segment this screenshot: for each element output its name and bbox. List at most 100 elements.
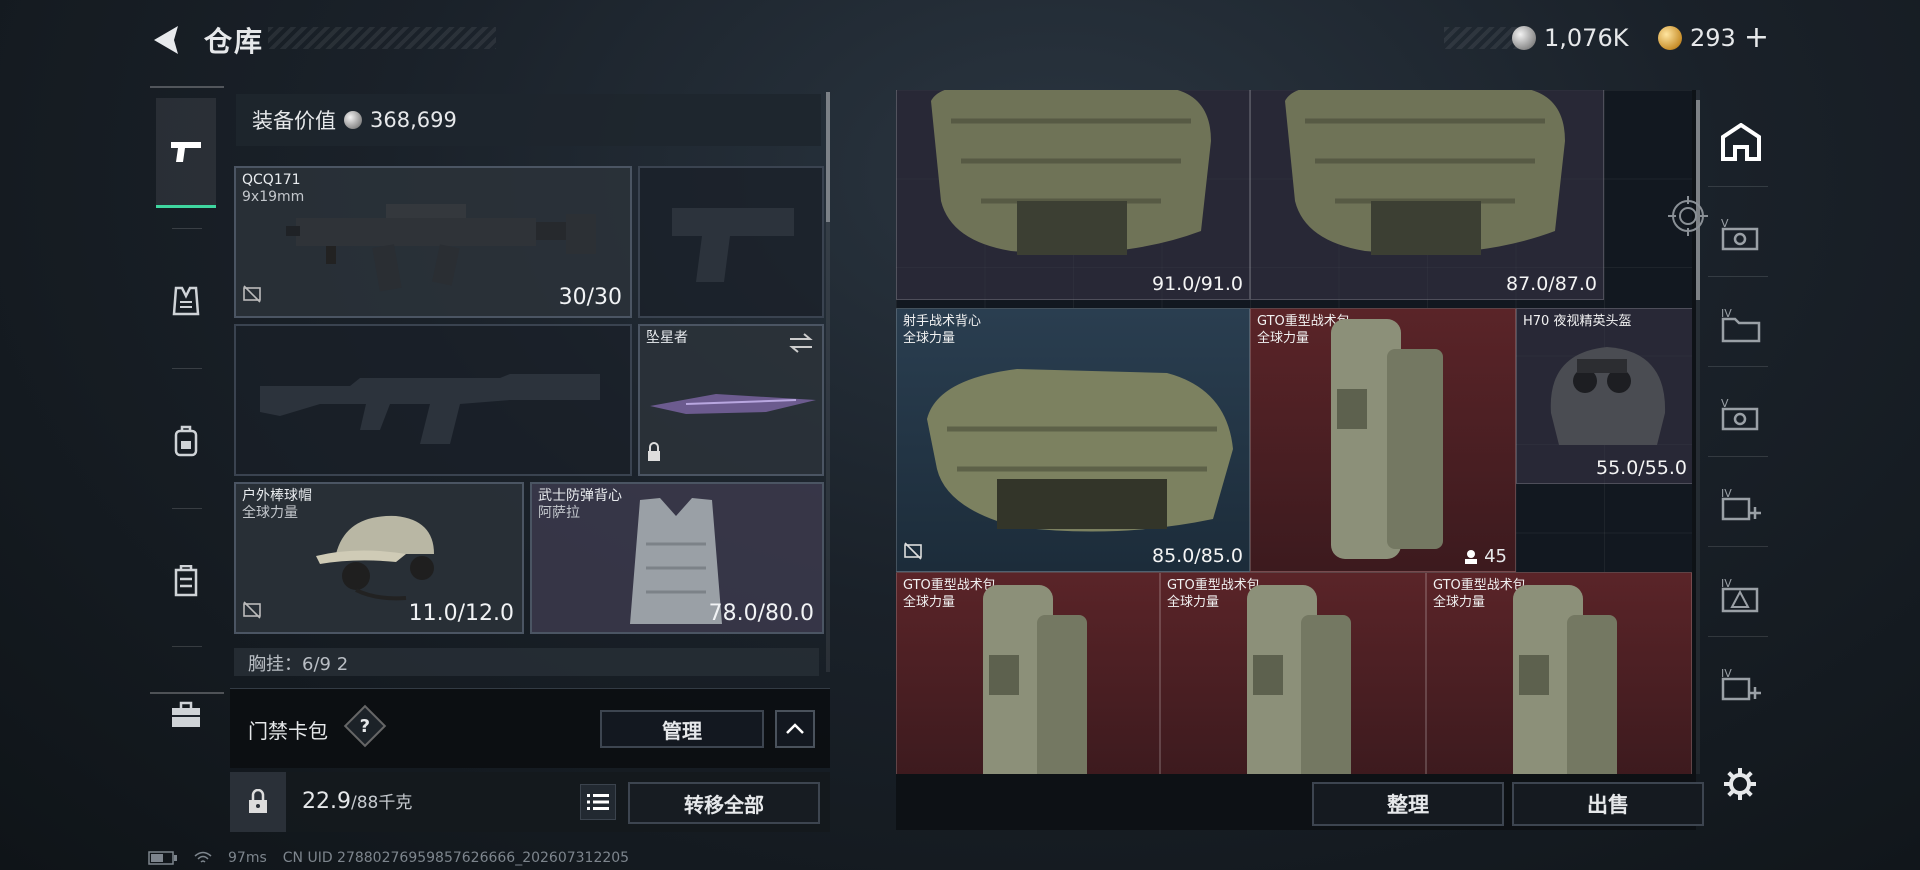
rail-tab-iv-add-2[interactable]: IV: [1713, 654, 1769, 714]
item-durability: 91.0/91.0: [1151, 273, 1243, 295]
stash-item-vest-2[interactable]: 87.0/87.0: [1250, 90, 1604, 300]
stash-footer: 整理 出售: [896, 780, 1704, 830]
stash-item-vest-1[interactable]: 91.0/91.0: [896, 90, 1250, 300]
nav-weapons-tab[interactable]: [156, 98, 216, 208]
back-button[interactable]: [148, 20, 190, 60]
backpack-item-icon: [1247, 585, 1351, 774]
backpack-item-icon: [983, 585, 1087, 774]
settings-button[interactable]: [1718, 762, 1762, 806]
smg-weapon-icon: [286, 204, 596, 292]
rail-tab-iv-warning[interactable]: IV: [1713, 564, 1769, 624]
iv-warning-icon: IV: [1721, 577, 1759, 613]
rail-tab-iv-add[interactable]: IV: [1713, 474, 1769, 534]
pistol-slot-empty[interactable]: [638, 166, 824, 318]
back-arrow-icon: [154, 26, 178, 54]
plate-carrier-icon: [1285, 90, 1565, 255]
item-count: 45: [1464, 546, 1507, 567]
backpack-icon: [174, 425, 198, 457]
pistol-silhouette-icon: [672, 208, 794, 282]
no-insurance-icon: [242, 600, 262, 624]
add-currency-button[interactable]: +: [1744, 23, 1769, 53]
help-icon[interactable]: ?: [343, 704, 387, 748]
armor-name: 武士防弹背心: [538, 488, 622, 504]
stash-item-h70-helmet[interactable]: H70 夜视精英头盔 55.0/55.0: [1516, 308, 1692, 484]
stash-grid[interactable]: 91.0/91.0 87.0/87.0 射手战术背心 全球力量 85.0/85.…: [896, 90, 1692, 774]
padlock-icon: [249, 789, 267, 813]
item-durability: 87.0/87.0: [1505, 273, 1597, 295]
page-title: 仓库: [204, 25, 265, 58]
weapon-ammo: 30/30: [558, 285, 622, 310]
baseball-cap-icon: [316, 515, 434, 601]
item-durability: 55.0/55.0: [1595, 457, 1687, 479]
v-tab-2-icon: V: [1721, 397, 1759, 431]
carry-weight: 22.9/88千克: [302, 788, 412, 814]
iv-add-icon: IV: [1721, 487, 1761, 521]
target-icon[interactable]: [1668, 196, 1708, 236]
equipment-value: 368,699: [370, 108, 457, 132]
stash-item-gto-pack-3[interactable]: GTO重型战术包 全球力量: [1160, 572, 1426, 774]
stash-item-gto-pack-2[interactable]: GTO重型战术包 全球力量: [896, 572, 1160, 774]
loadout-bottom-bar: 22.9/88千克 转移全部: [230, 772, 830, 832]
manage-button[interactable]: 管理: [600, 710, 764, 748]
loadout-scroll-thumb[interactable]: [826, 92, 830, 222]
item-name: 射手战术背心: [903, 314, 982, 329]
gold-currency: 293 +: [1658, 23, 1769, 53]
collapse-button[interactable]: [775, 710, 815, 748]
rail-tab-iv-folder[interactable]: IV: [1713, 294, 1769, 354]
rifle-silhouette-icon: [260, 374, 600, 444]
no-insurance-icon: [242, 284, 262, 308]
equipment-value-label: 装备价值: [252, 109, 336, 133]
nav-briefcase-tab[interactable]: [156, 660, 216, 770]
helmet-durability: 11.0/12.0: [408, 601, 514, 626]
backpack-item-icon: [1331, 319, 1443, 559]
wifi-icon: [194, 851, 212, 863]
rail-tab-v-1[interactable]: V: [1713, 204, 1769, 264]
left-category-nav: [150, 86, 224, 727]
silver-coin-icon: [1512, 26, 1536, 50]
transfer-all-button[interactable]: 转移全部: [628, 782, 820, 824]
body-armor-slot[interactable]: 武士防弹背心 阿萨拉 78.0/80.0: [530, 482, 824, 634]
armor-subtitle: 阿萨拉: [538, 505, 580, 521]
item-subtitle: 全球力量: [903, 331, 956, 346]
ping-value: 97ms: [228, 850, 267, 866]
weight-current: 22.9: [302, 789, 351, 814]
sell-button[interactable]: 出售: [1512, 782, 1704, 826]
melee-name: 坠星者: [646, 330, 688, 346]
stack-icon: [1465, 550, 1478, 564]
iv-add-2-icon: IV: [1721, 667, 1761, 701]
stash-item-shooter-vest[interactable]: 射手战术背心 全球力量 85.0/85.0: [896, 308, 1250, 572]
chest-rig-row[interactable]: 胸挂：6/9 2: [234, 648, 819, 676]
swap-icon[interactable]: [788, 332, 814, 354]
nav-backpack-tab[interactable]: [156, 386, 216, 496]
silver-coin-icon: [344, 111, 362, 129]
nav-armor-tab[interactable]: [156, 246, 216, 356]
primary-weapon-slot[interactable]: QCQ171 9x19mm 30/30: [234, 166, 632, 318]
status-bar: 97ms CN UID 27880276959857626666_2026073…: [148, 850, 629, 866]
stash-home-icon: [1721, 123, 1761, 161]
lock-button[interactable]: [230, 772, 286, 832]
gold-coin-icon: [1658, 26, 1682, 50]
battery-icon: [148, 851, 177, 865]
sort-button[interactable]: 整理: [1312, 782, 1504, 826]
stash-item-gto-pack-1[interactable]: GTO重型战术包 全球力量 45: [1250, 308, 1516, 572]
stash-item-gto-pack-4[interactable]: GTO重型战术包 全球力量: [1426, 572, 1692, 774]
nav-chest-rig-tab[interactable]: [156, 526, 216, 636]
uid-text: CN UID 27880276959857626666_202607312205: [282, 850, 630, 866]
helmet-name: 户外棒球帽: [242, 488, 312, 504]
backpack-item-icon: [1513, 585, 1617, 774]
silver-currency: 1,076K: [1512, 24, 1628, 52]
chevron-up-icon: [786, 723, 804, 734]
rail-stash-home[interactable]: [1713, 112, 1769, 172]
list-view-button[interactable]: [580, 784, 616, 820]
item-name: H70 夜视精英头盔: [1523, 314, 1632, 329]
helmet-slot[interactable]: 户外棒球帽 全球力量 11.0/12.0: [234, 482, 524, 634]
no-insurance-icon: [903, 541, 923, 565]
armor-durability: 78.0/80.0: [708, 601, 814, 626]
briefcase-icon: [172, 701, 200, 727]
rail-tab-v-2[interactable]: V: [1713, 384, 1769, 444]
secondary-weapon-slot-empty[interactable]: [234, 324, 632, 476]
tactical-vest-icon: [927, 369, 1233, 532]
pistol-icon: [171, 141, 201, 162]
currency-decoration: [1444, 27, 1520, 49]
melee-slot[interactable]: 坠星者: [638, 324, 824, 476]
